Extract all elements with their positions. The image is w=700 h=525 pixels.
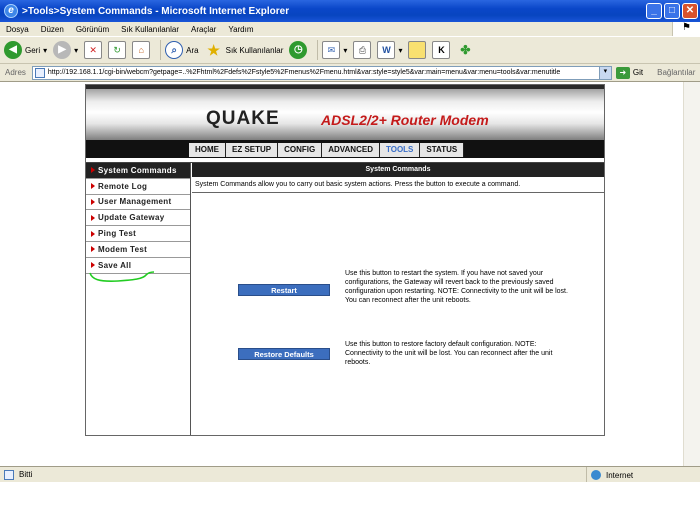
forward-arrow-icon: ▶ xyxy=(53,41,72,59)
router-nav: HOME EZ SETUP CONFIG ADVANCED TOOLS STAT… xyxy=(86,140,604,158)
history-icon: ◷ xyxy=(289,41,308,59)
mail-button[interactable]: ✉ ▾ xyxy=(322,41,347,59)
status-bar: Bitti Internet xyxy=(0,466,700,483)
menu-view[interactable]: Görünüm xyxy=(76,25,109,34)
ie-logo-icon: e xyxy=(4,4,18,18)
address-input[interactable]: http://192.168.1.1/cgi-bin/webcm?getpage… xyxy=(31,65,612,80)
vertical-scrollbar[interactable] xyxy=(683,82,700,466)
mail-dropdown-icon[interactable]: ▾ xyxy=(343,46,347,55)
search-icon: ⌕ xyxy=(165,41,184,59)
menu-help[interactable]: Yardım xyxy=(228,25,253,34)
triangle-icon xyxy=(91,262,95,269)
forward-button[interactable]: ▶ ▾ xyxy=(53,41,78,59)
window-title: >Tools>System Commands - Microsoft Inter… xyxy=(22,5,290,17)
sidebar-item-modem-test[interactable]: Modem Test xyxy=(86,242,190,258)
discuss-button[interactable] xyxy=(408,41,427,59)
address-bar: Adres http://192.168.1.1/cgi-bin/webcm?g… xyxy=(0,64,700,82)
address-dropdown-icon[interactable]: ▾ xyxy=(598,66,611,79)
home-button[interactable]: ⌂ xyxy=(132,41,151,59)
router-sidebar: System Commands Remote Log User Manageme… xyxy=(86,163,191,435)
word-icon: W xyxy=(377,41,396,59)
sidebar-item-remote-log[interactable]: Remote Log xyxy=(86,179,190,195)
mail-icon: ✉ xyxy=(322,41,341,59)
minimize-icon[interactable]: _ xyxy=(646,3,662,19)
triangle-icon xyxy=(91,167,95,174)
restart-description: Use this button to restart the system. I… xyxy=(345,270,568,304)
nav-tools[interactable]: TOOLS xyxy=(380,143,421,157)
router-banner: QUAKE ADSL2/2+ Router Modem xyxy=(86,85,604,140)
k-icon: K xyxy=(432,41,451,59)
page-viewport: QUAKE ADSL2/2+ Router Modem HOME EZ SETU… xyxy=(0,82,700,466)
refresh-icon: ↻ xyxy=(108,41,127,59)
address-label: Adres xyxy=(5,68,26,77)
brand-logo: QUAKE xyxy=(206,108,280,129)
star-icon: ★ xyxy=(207,42,220,58)
windows-flag-icon: ⚑ xyxy=(672,22,700,36)
menu-favorites[interactable]: Sık Kullanılanlar xyxy=(121,25,179,34)
router-frame: QUAKE ADSL2/2+ Router Modem HOME EZ SETU… xyxy=(85,84,605,436)
nav-status[interactable]: STATUS xyxy=(420,143,465,157)
favorites-button[interactable]: ★ Sık Kullanılanlar xyxy=(205,41,283,59)
status-text: Bitti xyxy=(19,470,33,479)
back-dropdown-icon[interactable]: ▾ xyxy=(43,46,47,55)
menu-edit[interactable]: Düzen xyxy=(41,25,64,34)
go-arrow-icon: ➜ xyxy=(615,66,630,79)
content-header: System Commands xyxy=(192,163,604,177)
back-button[interactable]: ◀ Geri ▾ xyxy=(4,41,47,59)
nav-config[interactable]: CONFIG xyxy=(278,143,323,157)
forward-dropdown-icon[interactable]: ▾ xyxy=(74,46,78,55)
close-icon[interactable]: ✕ xyxy=(682,3,698,19)
search-button[interactable]: ⌕ Ara xyxy=(165,41,199,59)
menu-tools[interactable]: Araçlar xyxy=(191,25,216,34)
nav-home[interactable]: HOME xyxy=(189,143,226,157)
window-titlebar: e >Tools>System Commands - Microsoft Int… xyxy=(0,0,700,22)
stop-button[interactable]: ✕ xyxy=(84,41,103,59)
triangle-icon xyxy=(91,246,95,253)
triangle-icon xyxy=(91,183,95,190)
green-highlight-mark xyxy=(89,271,155,282)
restart-button[interactable]: Restart xyxy=(238,284,330,296)
home-icon: ⌂ xyxy=(132,41,151,59)
maximize-icon[interactable]: □ xyxy=(664,3,680,19)
messenger-button[interactable]: ✤ xyxy=(456,41,474,59)
menu-file[interactable]: Dosya xyxy=(6,25,29,34)
content-intro: System Commands allow you to carry out b… xyxy=(192,177,604,193)
history-button[interactable]: ◷ xyxy=(289,41,308,59)
triangle-icon xyxy=(91,198,95,205)
sidebar-item-update-gateway[interactable]: Update Gateway xyxy=(86,210,190,227)
address-url: http://192.168.1.1/cgi-bin/webcm?getpage… xyxy=(47,69,561,76)
triangle-icon xyxy=(91,214,95,221)
menu-bar: Dosya Düzen Görünüm Sık Kullanılanlar Ar… xyxy=(0,22,700,36)
toolbar: ◀ Geri ▾ ▶ ▾ ✕ ↻ ⌂ ⌕ Ara ★ Sık Kullanıla… xyxy=(0,36,700,64)
stop-icon: ✕ xyxy=(84,41,103,59)
edit-button[interactable]: W ▾ xyxy=(377,41,402,59)
links-button[interactable]: Bağlantılar xyxy=(657,68,695,77)
edit-dropdown-icon[interactable]: ▾ xyxy=(398,46,402,55)
print-icon: ⎙ xyxy=(353,41,372,59)
router-content: System Commands System Commands allow yo… xyxy=(192,163,604,435)
globe-icon xyxy=(591,470,601,480)
sidebar-item-user-management[interactable]: User Management xyxy=(86,195,190,211)
messenger-icon: ✤ xyxy=(460,43,471,57)
research-button[interactable]: K xyxy=(432,41,451,59)
security-zone: Internet xyxy=(586,467,633,483)
print-button[interactable]: ⎙ xyxy=(353,41,372,59)
brand-tagline: ADSL2/2+ Router Modem xyxy=(321,112,489,128)
restore-defaults-description: Use this button to restore factory defau… xyxy=(345,341,553,366)
sidebar-item-system-commands[interactable]: System Commands xyxy=(86,163,190,179)
nav-advanced[interactable]: ADVANCED xyxy=(322,143,380,157)
restore-defaults-button[interactable]: Restore Defaults xyxy=(238,348,330,360)
nav-ez-setup[interactable]: EZ SETUP xyxy=(226,143,279,157)
refresh-button[interactable]: ↻ xyxy=(108,41,127,59)
note-icon xyxy=(408,41,427,59)
sidebar-item-ping-test[interactable]: Ping Test xyxy=(86,226,190,242)
back-arrow-icon: ◀ xyxy=(4,41,22,59)
page-icon xyxy=(34,67,45,78)
page-done-icon xyxy=(4,469,14,480)
go-button[interactable]: ➜ Git xyxy=(615,66,643,79)
triangle-icon xyxy=(91,230,95,237)
